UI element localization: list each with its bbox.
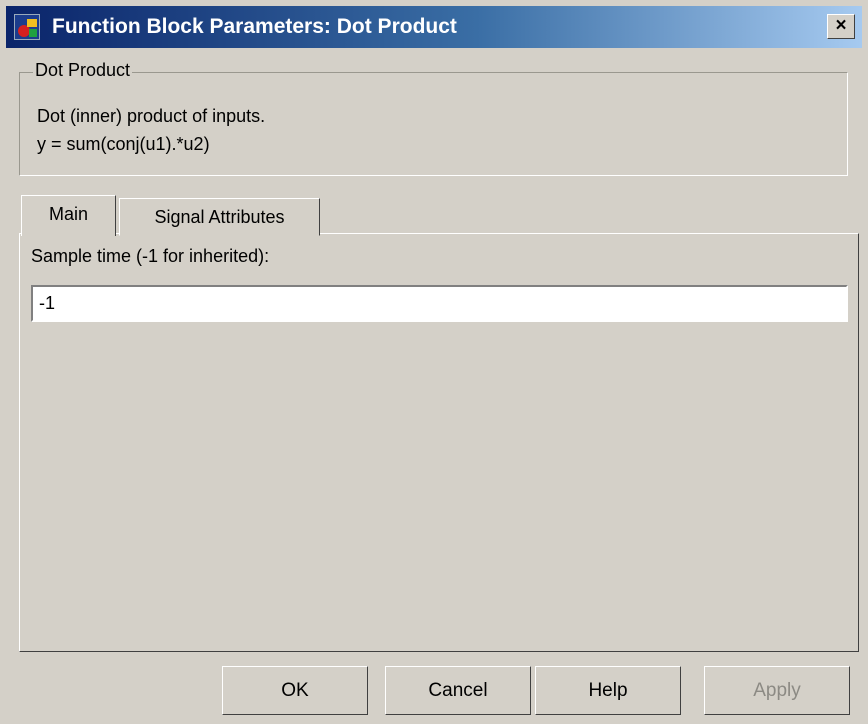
- sample-time-input[interactable]: [31, 285, 848, 322]
- help-button[interactable]: Help: [535, 666, 681, 715]
- dialog-window: Function Block Parameters: Dot Product ×…: [0, 0, 868, 724]
- tab-signal-attributes[interactable]: Signal Attributes: [119, 198, 320, 236]
- title-bar[interactable]: Function Block Parameters: Dot Product ×: [6, 6, 862, 48]
- close-icon[interactable]: ×: [827, 14, 855, 39]
- description-line-1: Dot (inner) product of inputs.: [37, 106, 266, 126]
- ok-button[interactable]: OK: [222, 666, 368, 715]
- group-title: Dot Product: [33, 60, 133, 81]
- simulink-app-icon: [14, 14, 40, 40]
- tab-main[interactable]: Main: [21, 195, 116, 236]
- apply-button[interactable]: Apply: [704, 666, 850, 715]
- window-title: Function Block Parameters: Dot Product: [52, 15, 457, 38]
- description-line-2: y = sum(conj(u1).*u2): [37, 134, 210, 154]
- sample-time-label: Sample time (-1 for inherited):: [31, 246, 270, 266]
- cancel-button[interactable]: Cancel: [385, 666, 531, 715]
